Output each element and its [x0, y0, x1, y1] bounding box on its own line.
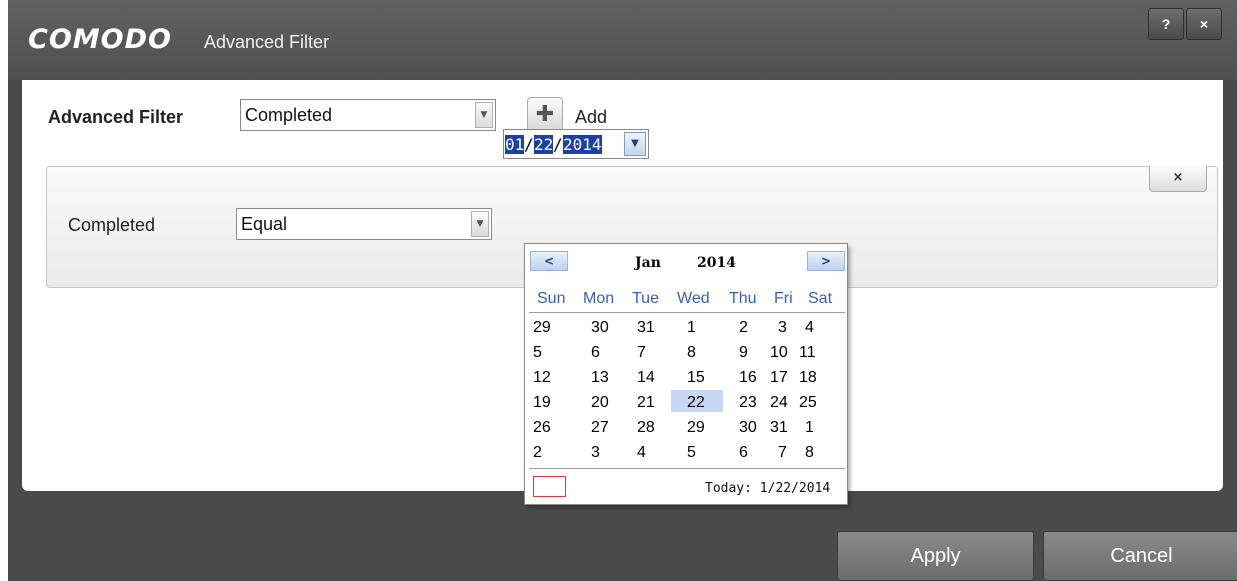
operator-value: Equal [241, 214, 288, 234]
date-year[interactable]: 2014 [563, 135, 602, 154]
calendar-day[interactable]: 1 [805, 419, 814, 437]
calendar-day[interactable]: 13 [591, 369, 609, 387]
weekday-label: Sun [537, 290, 566, 307]
advanced-filter-window: COMODO Advanced Filter ? × Advanced Filt… [8, 0, 1237, 581]
calendar-year: 2014 [697, 255, 736, 271]
weekday-label: Sat [808, 290, 833, 307]
calendar-day[interactable]: 31 [637, 319, 655, 337]
remove-condition-button[interactable]: × [1149, 166, 1207, 192]
date-picker-input[interactable]: 01 / 22 / 2014 ▼ [503, 129, 649, 159]
calendar-day[interactable]: 20 [591, 394, 609, 412]
weekday-label: Wed [677, 290, 710, 307]
date-day[interactable]: 22 [534, 135, 554, 154]
calendar-day[interactable]: 6 [739, 444, 748, 462]
calendar-day[interactable]: 19 [533, 394, 551, 412]
calendar-day[interactable]: 10 [770, 344, 788, 362]
calendar-day[interactable]: 3 [591, 444, 600, 462]
today-marker[interactable] [533, 476, 566, 497]
calendar-day[interactable]: 29 [687, 419, 705, 437]
calendar-month: Jan [635, 255, 661, 271]
operator-select[interactable]: Equal ▼ [236, 208, 492, 240]
date-month[interactable]: 01 [505, 135, 525, 154]
filter-field-select[interactable]: Completed ▼ [240, 99, 496, 131]
condition-field-label: Completed [68, 215, 156, 235]
weekday-label: Mon [583, 290, 615, 307]
calendar-day[interactable]: 22 [687, 394, 705, 412]
calendar-day[interactable]: 24 [770, 394, 788, 412]
calendar-day[interactable]: 2 [739, 319, 748, 337]
cancel-button[interactable]: Cancel [1043, 531, 1237, 581]
apply-button[interactable]: Apply [837, 531, 1034, 581]
comodo-logo: COMODO [28, 24, 172, 55]
filter-field-value: Completed [245, 105, 333, 125]
calendar-day[interactable]: 28 [637, 419, 655, 437]
calendar-day[interactable]: 30 [739, 419, 757, 437]
prev-month-button[interactable]: < [530, 251, 568, 271]
calendar-day[interactable]: 23 [739, 394, 757, 412]
calendar-day[interactable]: 1 [687, 319, 696, 337]
calendar-day[interactable]: 15 [687, 369, 705, 387]
calendar-day[interactable]: 6 [591, 344, 600, 362]
add-button[interactable]: ✚ [527, 97, 563, 133]
calendar-divider [529, 312, 845, 313]
dropdown-arrow-icon: ▼ [471, 211, 489, 237]
next-month-button[interactable]: > [807, 251, 845, 271]
calendar-day[interactable]: 31 [770, 419, 788, 437]
calendar-day[interactable]: 4 [637, 444, 646, 462]
calendar-day[interactable]: 21 [637, 394, 655, 412]
calendar-popup: < Jan 2014 > Sun Mon Tue Wed Thu Fri Sat… [524, 243, 848, 505]
calendar-day[interactable]: 12 [533, 369, 551, 387]
calendar-day[interactable]: 29 [533, 319, 551, 337]
calendar-day[interactable]: 25 [799, 394, 817, 412]
calendar-day[interactable]: 3 [778, 319, 787, 337]
calendar-day[interactable]: 5 [687, 444, 696, 462]
weekday-label: Fri [774, 290, 793, 307]
calendar-day[interactable]: 7 [637, 344, 646, 362]
title-bar: COMODO Advanced Filter ? × [8, 0, 1237, 80]
help-button[interactable]: ? [1148, 8, 1184, 40]
date-separator: / [553, 135, 563, 154]
add-label[interactable]: Add [575, 107, 607, 128]
calendar-day[interactable]: 11 [799, 344, 816, 362]
calendar-day[interactable]: 9 [739, 344, 748, 362]
close-button[interactable]: × [1186, 8, 1222, 40]
advanced-filter-label: Advanced Filter [48, 107, 184, 127]
calendar-day[interactable]: 4 [805, 319, 814, 337]
dropdown-arrow-icon: ▼ [475, 102, 493, 128]
calendar-divider [529, 468, 845, 469]
weekday-label: Thu [729, 290, 757, 307]
calendar-day[interactable]: 18 [799, 369, 817, 387]
weekday-label: Tue [632, 290, 659, 307]
calendar-day[interactable]: 30 [591, 319, 609, 337]
calendar-day[interactable]: 5 [533, 344, 542, 362]
calendar-day[interactable]: 16 [739, 369, 757, 387]
today-link[interactable]: Today: 1/22/2014 [705, 481, 830, 496]
date-separator: / [524, 135, 534, 154]
calendar-day[interactable]: 27 [591, 419, 609, 437]
plus-icon: ✚ [535, 102, 555, 127]
calendar-day[interactable]: 8 [687, 344, 696, 362]
calendar-day[interactable]: 2 [533, 444, 542, 462]
calendar-day[interactable]: 14 [637, 369, 655, 387]
calendar-day[interactable]: 8 [805, 444, 814, 462]
window-title: Advanced Filter [204, 32, 330, 52]
calendar-day[interactable]: 7 [778, 444, 787, 462]
chevron-down-icon[interactable]: ▼ [624, 132, 646, 156]
calendar-day[interactable]: 26 [533, 419, 551, 437]
calendar-day[interactable]: 17 [770, 369, 788, 387]
